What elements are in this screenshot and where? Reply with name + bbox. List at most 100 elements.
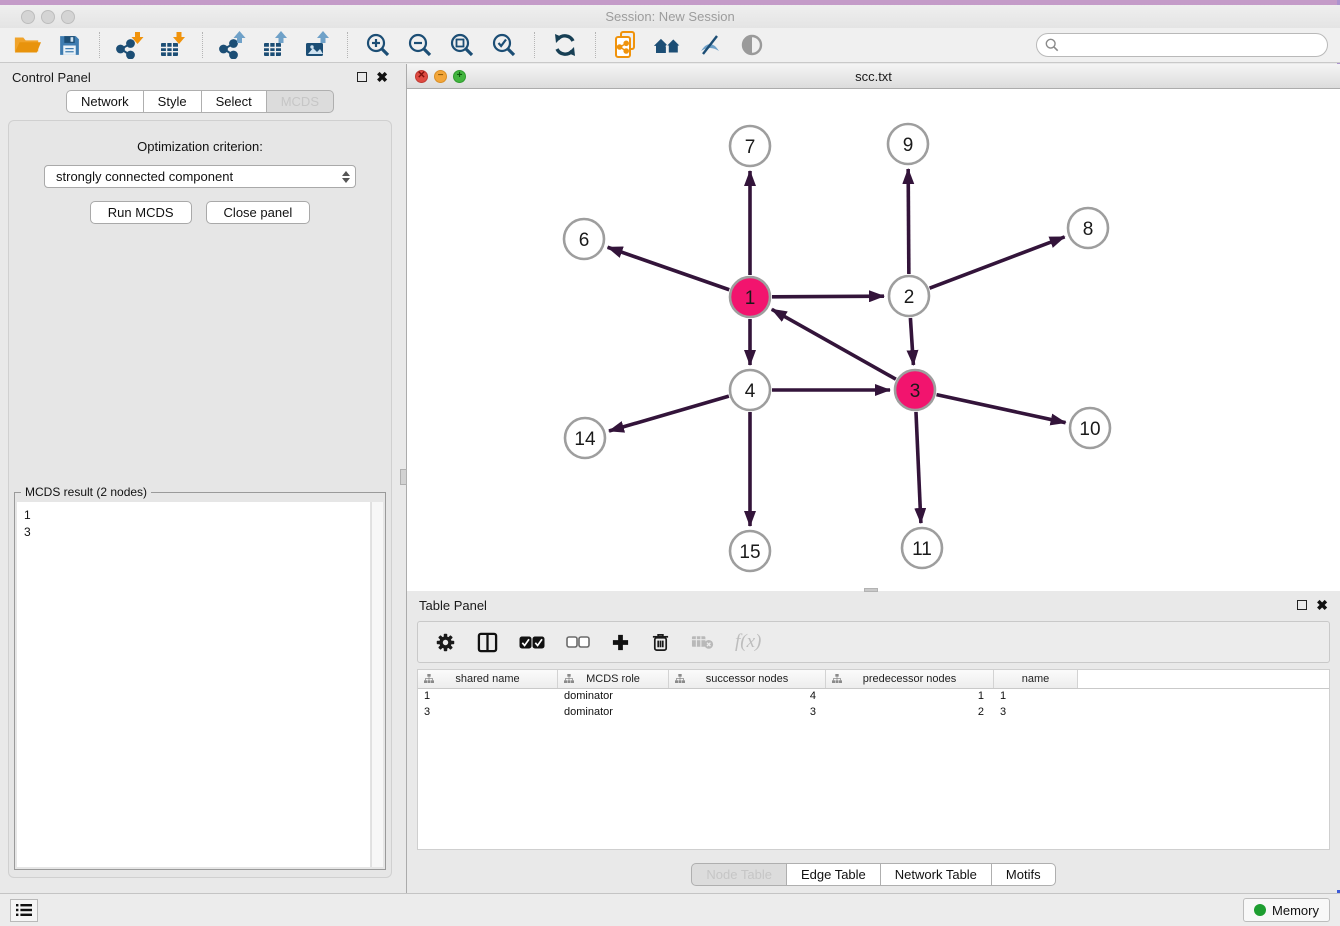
tab-select[interactable]: Select	[202, 90, 267, 113]
tab-node-table[interactable]: Node Table	[691, 863, 787, 886]
zoom-in-icon[interactable]	[363, 31, 393, 59]
dropdown-value: strongly connected component	[56, 169, 233, 184]
search-icon	[1045, 38, 1059, 52]
eye-icon[interactable]	[737, 31, 767, 59]
tab-edge-table[interactable]: Edge Table	[787, 863, 881, 886]
network-window-titlebar: ✕ − + scc.txt	[407, 64, 1340, 89]
column-header-predecessor-nodes[interactable]: predecessor nodes	[826, 670, 994, 688]
edge-2-3[interactable]	[910, 318, 913, 365]
column-header-shared-name[interactable]: shared name	[418, 670, 558, 688]
mcds-result-list: 13	[17, 502, 371, 867]
close-panel-button[interactable]: Close panel	[206, 201, 311, 224]
run-mcds-button[interactable]: Run MCDS	[90, 201, 192, 224]
import-table-icon[interactable]	[157, 31, 187, 59]
edge-3-1[interactable]	[772, 309, 896, 379]
network-minimize-button[interactable]: −	[434, 70, 447, 83]
gear-icon[interactable]	[435, 632, 456, 653]
table-row[interactable]: 3dominator323	[418, 705, 1329, 721]
columns-icon[interactable]	[477, 632, 498, 653]
export-network-icon[interactable]	[218, 31, 248, 59]
node-label-4: 4	[745, 381, 756, 402]
tab-network[interactable]: Network	[66, 90, 144, 113]
network-close-button[interactable]: ✕	[415, 70, 428, 83]
edge-3-10[interactable]	[936, 395, 1065, 423]
node-label-2: 2	[904, 287, 915, 308]
network-view-window: ✕ − + scc.txt 7968124314101511	[407, 64, 1340, 591]
table-cell: 1	[994, 689, 1078, 705]
column-header-successor-nodes[interactable]: successor nodes	[669, 670, 826, 688]
open-session-icon[interactable]	[12, 31, 42, 59]
optimization-criterion-label: Optimization criterion:	[137, 139, 263, 154]
edge-3-11[interactable]	[916, 412, 921, 523]
toolbar-separator	[595, 32, 596, 58]
column-header-MCDS-role[interactable]: MCDS role	[558, 670, 669, 688]
memory-status-icon	[1254, 904, 1266, 916]
close-panel-icon[interactable]: ✖	[376, 72, 388, 82]
export-table-icon[interactable]	[260, 31, 290, 59]
edge-4-14[interactable]	[609, 396, 729, 431]
mcds-result-group: MCDS result (2 nodes) 13	[14, 492, 386, 870]
edge-1-6[interactable]	[608, 247, 730, 289]
search-box[interactable]	[1036, 33, 1328, 57]
tab-mcds[interactable]: MCDS	[267, 90, 334, 113]
save-session-icon[interactable]	[54, 31, 84, 59]
close-table-panel-icon[interactable]: ✖	[1316, 600, 1328, 610]
result-item: 1	[24, 507, 370, 524]
function-builder-icon[interactable]: f(x)	[735, 631, 761, 653]
node-label-7: 7	[745, 137, 756, 158]
divider-handle[interactable]	[400, 469, 407, 485]
delete-table-icon[interactable]	[691, 634, 714, 650]
edge-2-8[interactable]	[930, 237, 1065, 288]
float-table-panel-icon[interactable]	[1297, 600, 1307, 610]
table-cell: 3	[418, 705, 558, 721]
select-all-icon[interactable]	[519, 636, 545, 649]
node-label-3: 3	[910, 381, 921, 402]
edge-1-2[interactable]	[772, 296, 884, 297]
zoom-out-icon[interactable]	[405, 31, 435, 59]
node-label-8: 8	[1083, 219, 1094, 240]
network-canvas[interactable]: 7968124314101511	[407, 89, 1340, 591]
node-label-9: 9	[903, 135, 914, 156]
home-icon[interactable]	[653, 31, 683, 59]
clone-network-icon[interactable]	[611, 31, 641, 59]
table-row[interactable]: 1dominator411	[418, 689, 1329, 705]
add-column-icon[interactable]	[611, 633, 630, 652]
tab-style[interactable]: Style	[144, 90, 202, 113]
tab-motifs[interactable]: Motifs	[992, 863, 1056, 886]
zoom-fit-icon[interactable]	[447, 31, 477, 59]
network-window-title: scc.txt	[407, 69, 1340, 84]
node-label-1: 1	[745, 288, 756, 309]
zoom-selected-icon[interactable]	[489, 31, 519, 59]
memory-button[interactable]: Memory	[1243, 898, 1330, 922]
table-cell: 4	[669, 689, 826, 705]
delete-column-icon[interactable]	[651, 632, 670, 653]
result-scrollbar[interactable]	[371, 502, 383, 867]
task-history-button[interactable]	[10, 899, 38, 922]
import-network-icon[interactable]	[115, 31, 145, 59]
deselect-all-icon[interactable]	[566, 636, 590, 648]
node-label-15: 15	[739, 542, 760, 563]
table-header-row: shared nameMCDS rolesuccessor nodesprede…	[418, 670, 1329, 689]
node-label-10: 10	[1079, 419, 1100, 440]
edge-2-9[interactable]	[908, 169, 909, 274]
panel-divider	[400, 64, 407, 893]
refresh-layout-icon[interactable]	[550, 31, 580, 59]
float-panel-icon[interactable]	[357, 72, 367, 82]
column-header-name[interactable]: name	[994, 670, 1078, 688]
table-toolbar: f(x)	[417, 621, 1330, 663]
table-cell: 2	[826, 705, 994, 721]
table-cell: dominator	[558, 689, 669, 705]
control-panel-tabs: NetworkStyleSelectMCDS	[66, 90, 334, 113]
style-visibility-icon[interactable]	[695, 31, 725, 59]
optimization-criterion-dropdown[interactable]: strongly connected component	[44, 165, 356, 188]
export-image-icon[interactable]	[302, 31, 332, 59]
toolbar-separator	[99, 32, 100, 58]
tab-network-table[interactable]: Network Table	[881, 863, 992, 886]
window-resize-handle[interactable]	[864, 588, 878, 592]
search-input[interactable]	[1059, 38, 1327, 52]
list-icon	[16, 903, 32, 917]
network-zoom-button[interactable]: +	[453, 70, 466, 83]
table-cell: 3	[669, 705, 826, 721]
table-panel-title: Table Panel	[419, 598, 487, 613]
table-cell: dominator	[558, 705, 669, 721]
